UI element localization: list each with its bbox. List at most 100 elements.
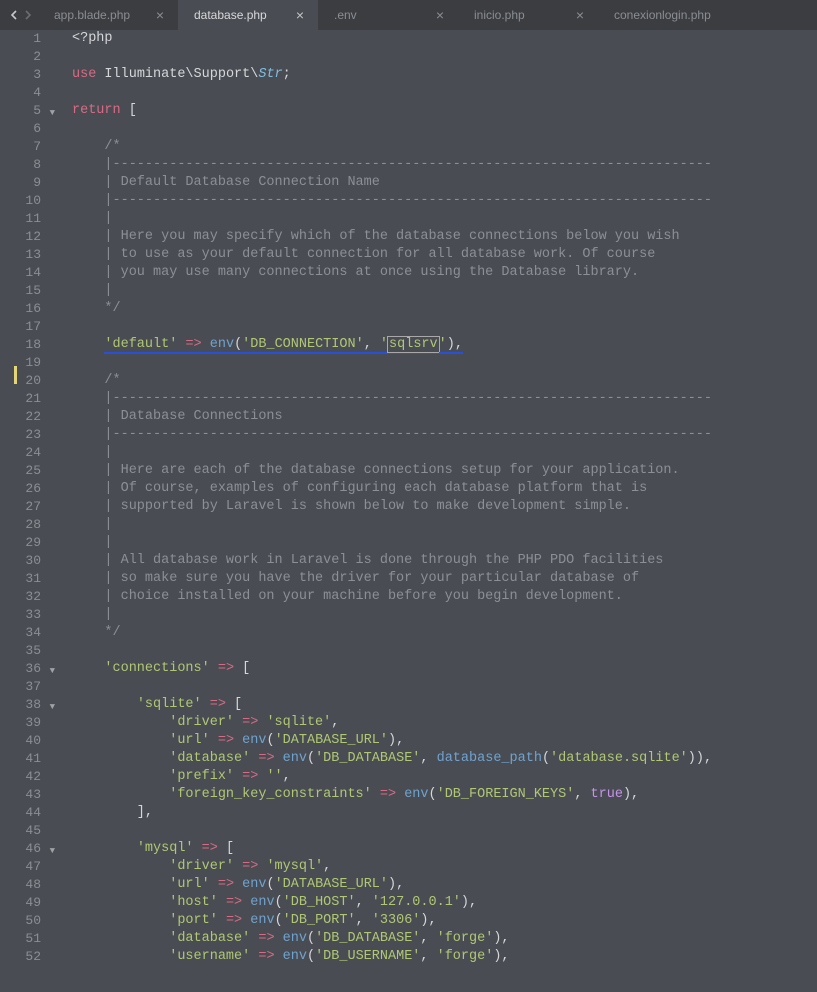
code-line: 'driver' => 'sqlite', bbox=[72, 714, 817, 732]
tab-nav-prev-icon[interactable] bbox=[10, 10, 20, 20]
tab-bar: app.blade.php × database.php × .env × in… bbox=[0, 0, 817, 30]
code-line: | Database Connections bbox=[72, 408, 817, 426]
code-line: 'host' => env('DB_HOST', '127.0.0.1'), bbox=[72, 894, 817, 912]
code-line: | Of course, examples of configuring eac… bbox=[72, 480, 817, 498]
code-line: | to use as your default connection for … bbox=[72, 246, 817, 264]
line-number: 9 bbox=[0, 174, 41, 192]
close-icon[interactable]: × bbox=[156, 8, 164, 22]
code-line: */ bbox=[72, 300, 817, 318]
line-number: 1 bbox=[0, 30, 41, 48]
line-number: 7 bbox=[0, 138, 41, 156]
line-number: 16 bbox=[0, 300, 41, 318]
line-number: 8 bbox=[0, 156, 41, 174]
line-number: 35 bbox=[0, 642, 41, 660]
line-number: 40 bbox=[0, 732, 41, 750]
line-number: 4 bbox=[0, 84, 41, 102]
line-number: 30 bbox=[0, 552, 41, 570]
code-line: | Default Database Connection Name bbox=[72, 174, 817, 192]
close-icon[interactable]: × bbox=[436, 8, 444, 22]
code-line: | bbox=[72, 282, 817, 300]
tab-database[interactable]: database.php × bbox=[178, 0, 318, 30]
fold-icon[interactable]: ▼ bbox=[50, 698, 55, 716]
line-number: 32 bbox=[0, 588, 41, 606]
line-number: 47 bbox=[0, 858, 41, 876]
line-number: 44 bbox=[0, 804, 41, 822]
code-line: | Here are each of the database connecti… bbox=[72, 462, 817, 480]
line-number: 39 bbox=[0, 714, 41, 732]
line-number: 25 bbox=[0, 462, 41, 480]
line-number: 24 bbox=[0, 444, 41, 462]
code-line: | choice installed on your machine befor… bbox=[72, 588, 817, 606]
fold-icon[interactable]: ▼ bbox=[50, 104, 55, 122]
line-number: 20 bbox=[0, 372, 41, 390]
line-number: 15 bbox=[0, 282, 41, 300]
code-line: 'mysql' => [ bbox=[72, 840, 817, 858]
code-line bbox=[72, 354, 817, 372]
tab-app-blade[interactable]: app.blade.php × bbox=[38, 0, 178, 30]
line-number: 48 bbox=[0, 876, 41, 894]
code-line: | bbox=[72, 534, 817, 552]
fold-icon[interactable]: ▼ bbox=[50, 662, 55, 680]
code-line: 'foreign_key_constraints' => env('DB_FOR… bbox=[72, 786, 817, 804]
line-highlight-marker bbox=[14, 366, 17, 384]
line-number: 45 bbox=[0, 822, 41, 840]
tab-label: .env bbox=[334, 8, 357, 22]
code-editor[interactable]: 12345▼6789101112131415161718192021222324… bbox=[0, 30, 817, 992]
line-number: 14 bbox=[0, 264, 41, 282]
code-line bbox=[72, 822, 817, 840]
close-icon[interactable]: × bbox=[576, 8, 584, 22]
line-number: 28 bbox=[0, 516, 41, 534]
line-number: 33 bbox=[0, 606, 41, 624]
code-line bbox=[72, 120, 817, 138]
code-line: | Here you may specify which of the data… bbox=[72, 228, 817, 246]
fold-icon[interactable]: ▼ bbox=[50, 842, 55, 860]
code-line: | you may use many connections at once u… bbox=[72, 264, 817, 282]
code-area[interactable]: <?phpuse Illuminate\Support\Str;return [… bbox=[60, 30, 817, 992]
line-number-gutter: 12345▼6789101112131415161718192021222324… bbox=[0, 30, 60, 992]
tab-conexionlogin[interactable]: conexionlogin.php bbox=[598, 0, 725, 30]
line-number: 27 bbox=[0, 498, 41, 516]
code-line: | All database work in Laravel is done t… bbox=[72, 552, 817, 570]
tab-nav-arrows bbox=[4, 10, 38, 20]
line-number: 10 bbox=[0, 192, 41, 210]
line-number: 49 bbox=[0, 894, 41, 912]
code-line: | bbox=[72, 210, 817, 228]
tab-inicio[interactable]: inicio.php × bbox=[458, 0, 598, 30]
line-number: 3 bbox=[0, 66, 41, 84]
code-line: | so make sure you have the driver for y… bbox=[72, 570, 817, 588]
line-number: 23 bbox=[0, 426, 41, 444]
tab-nav-next-icon[interactable] bbox=[22, 10, 32, 20]
line-number: 22 bbox=[0, 408, 41, 426]
tab-env[interactable]: .env × bbox=[318, 0, 458, 30]
close-icon[interactable]: × bbox=[296, 8, 304, 22]
code-line: 'connections' => [ bbox=[72, 660, 817, 678]
line-number: 36▼ bbox=[0, 660, 41, 678]
code-line: 'username' => env('DB_USERNAME', 'forge'… bbox=[72, 948, 817, 966]
code-line: | bbox=[72, 606, 817, 624]
tab-label: database.php bbox=[194, 8, 267, 22]
code-line: |---------------------------------------… bbox=[72, 156, 817, 174]
line-number: 13 bbox=[0, 246, 41, 264]
code-line: <?php bbox=[72, 30, 817, 48]
line-number: 31 bbox=[0, 570, 41, 588]
code-line: 'url' => env('DATABASE_URL'), bbox=[72, 876, 817, 894]
tab-label: app.blade.php bbox=[54, 8, 130, 22]
code-line bbox=[72, 318, 817, 336]
code-line bbox=[72, 48, 817, 66]
code-line: return [ bbox=[72, 102, 817, 120]
line-number: 12 bbox=[0, 228, 41, 246]
code-line: | bbox=[72, 516, 817, 534]
code-line: /* bbox=[72, 138, 817, 156]
code-line: */ bbox=[72, 624, 817, 642]
vertical-scrollbar[interactable] bbox=[802, 30, 817, 992]
line-number: 29 bbox=[0, 534, 41, 552]
line-number: 6 bbox=[0, 120, 41, 138]
line-number: 41 bbox=[0, 750, 41, 768]
line-number: 51 bbox=[0, 930, 41, 948]
code-line bbox=[72, 642, 817, 660]
tab-label: conexionlogin.php bbox=[614, 8, 711, 22]
line-number: 17 bbox=[0, 318, 41, 336]
code-line bbox=[72, 678, 817, 696]
code-line: | bbox=[72, 444, 817, 462]
line-number: 46▼ bbox=[0, 840, 41, 858]
